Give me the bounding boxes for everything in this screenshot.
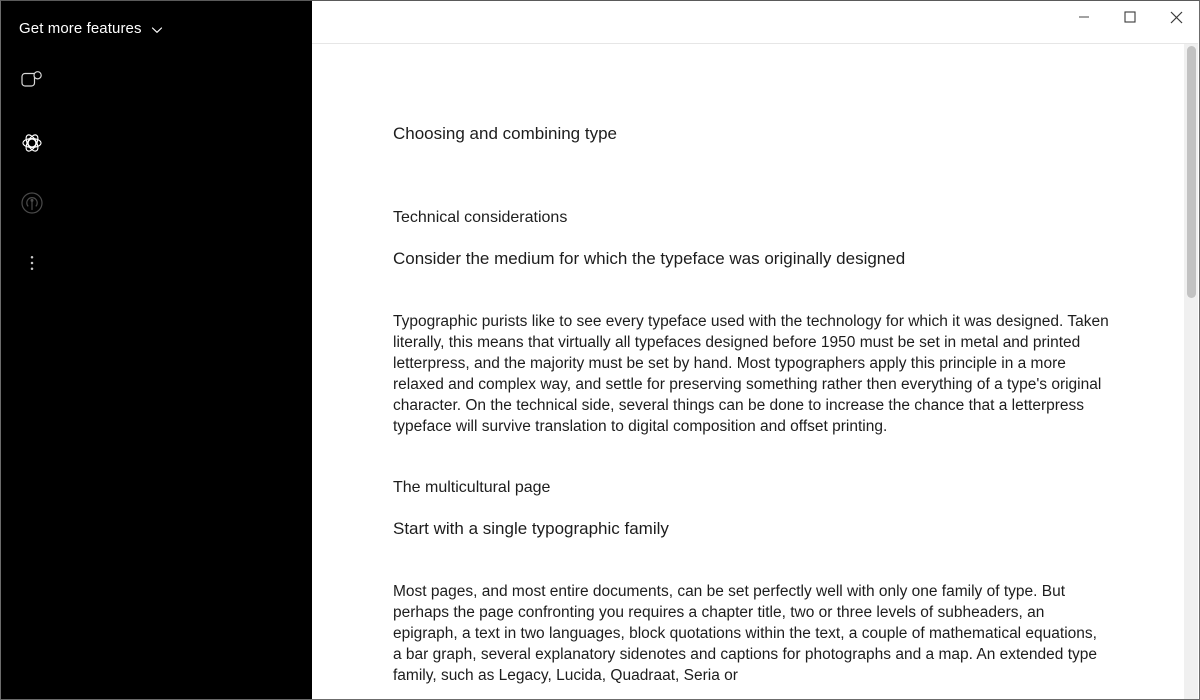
close-icon — [1170, 11, 1183, 24]
app-window: Get more features Choosing and combining… — [0, 0, 1200, 700]
scrollbar-thumb[interactable] — [1187, 46, 1196, 298]
maximize-icon — [1124, 11, 1136, 23]
get-more-features-label: Get more features — [19, 20, 142, 37]
close-button[interactable] — [1153, 1, 1199, 33]
sidebar-item-more-options[interactable] — [1, 233, 63, 293]
broadcast-icon — [19, 190, 45, 216]
chevron-down-icon[interactable] — [150, 23, 164, 37]
window-titlebar — [312, 1, 1199, 43]
maximize-button[interactable] — [1107, 1, 1153, 33]
sticky-note-badge-icon — [19, 70, 45, 96]
document-content: Choosing and combining type Technical co… — [393, 123, 1109, 686]
document-page: Choosing and combining type Technical co… — [312, 44, 1198, 686]
titlebar-divider — [312, 43, 1198, 44]
sidebar: Get more features — [1, 1, 312, 699]
minimize-icon — [1078, 11, 1090, 23]
document-scroll-area[interactable]: Choosing and combining type Technical co… — [312, 44, 1198, 699]
document-title: Choosing and combining type — [393, 124, 617, 143]
section-subheading-single-typographic-family: Start with a single typographic family — [393, 519, 669, 538]
section-heading-technical-considerations: Technical considerations — [393, 209, 568, 226]
sidebar-item-broadcast[interactable] — [1, 173, 63, 233]
get-more-features-button[interactable]: Get more features — [1, 1, 312, 43]
section-body-technical-considerations: Typographic purists like to see every ty… — [393, 313, 1109, 435]
sidebar-icon-rail — [1, 53, 63, 293]
section-body-multicultural-page: Most pages, and most entire documents, c… — [393, 583, 1098, 684]
more-vertical-icon — [21, 252, 43, 274]
atom-icon — [19, 130, 45, 156]
sidebar-item-science[interactable] — [1, 113, 63, 173]
vertical-scrollbar[interactable] — [1184, 44, 1198, 699]
section-heading-multicultural-page: The multicultural page — [393, 479, 551, 496]
section-subheading-consider-medium: Consider the medium for which the typefa… — [393, 249, 906, 268]
sidebar-item-highlight[interactable] — [1, 53, 63, 113]
minimize-button[interactable] — [1061, 1, 1107, 33]
